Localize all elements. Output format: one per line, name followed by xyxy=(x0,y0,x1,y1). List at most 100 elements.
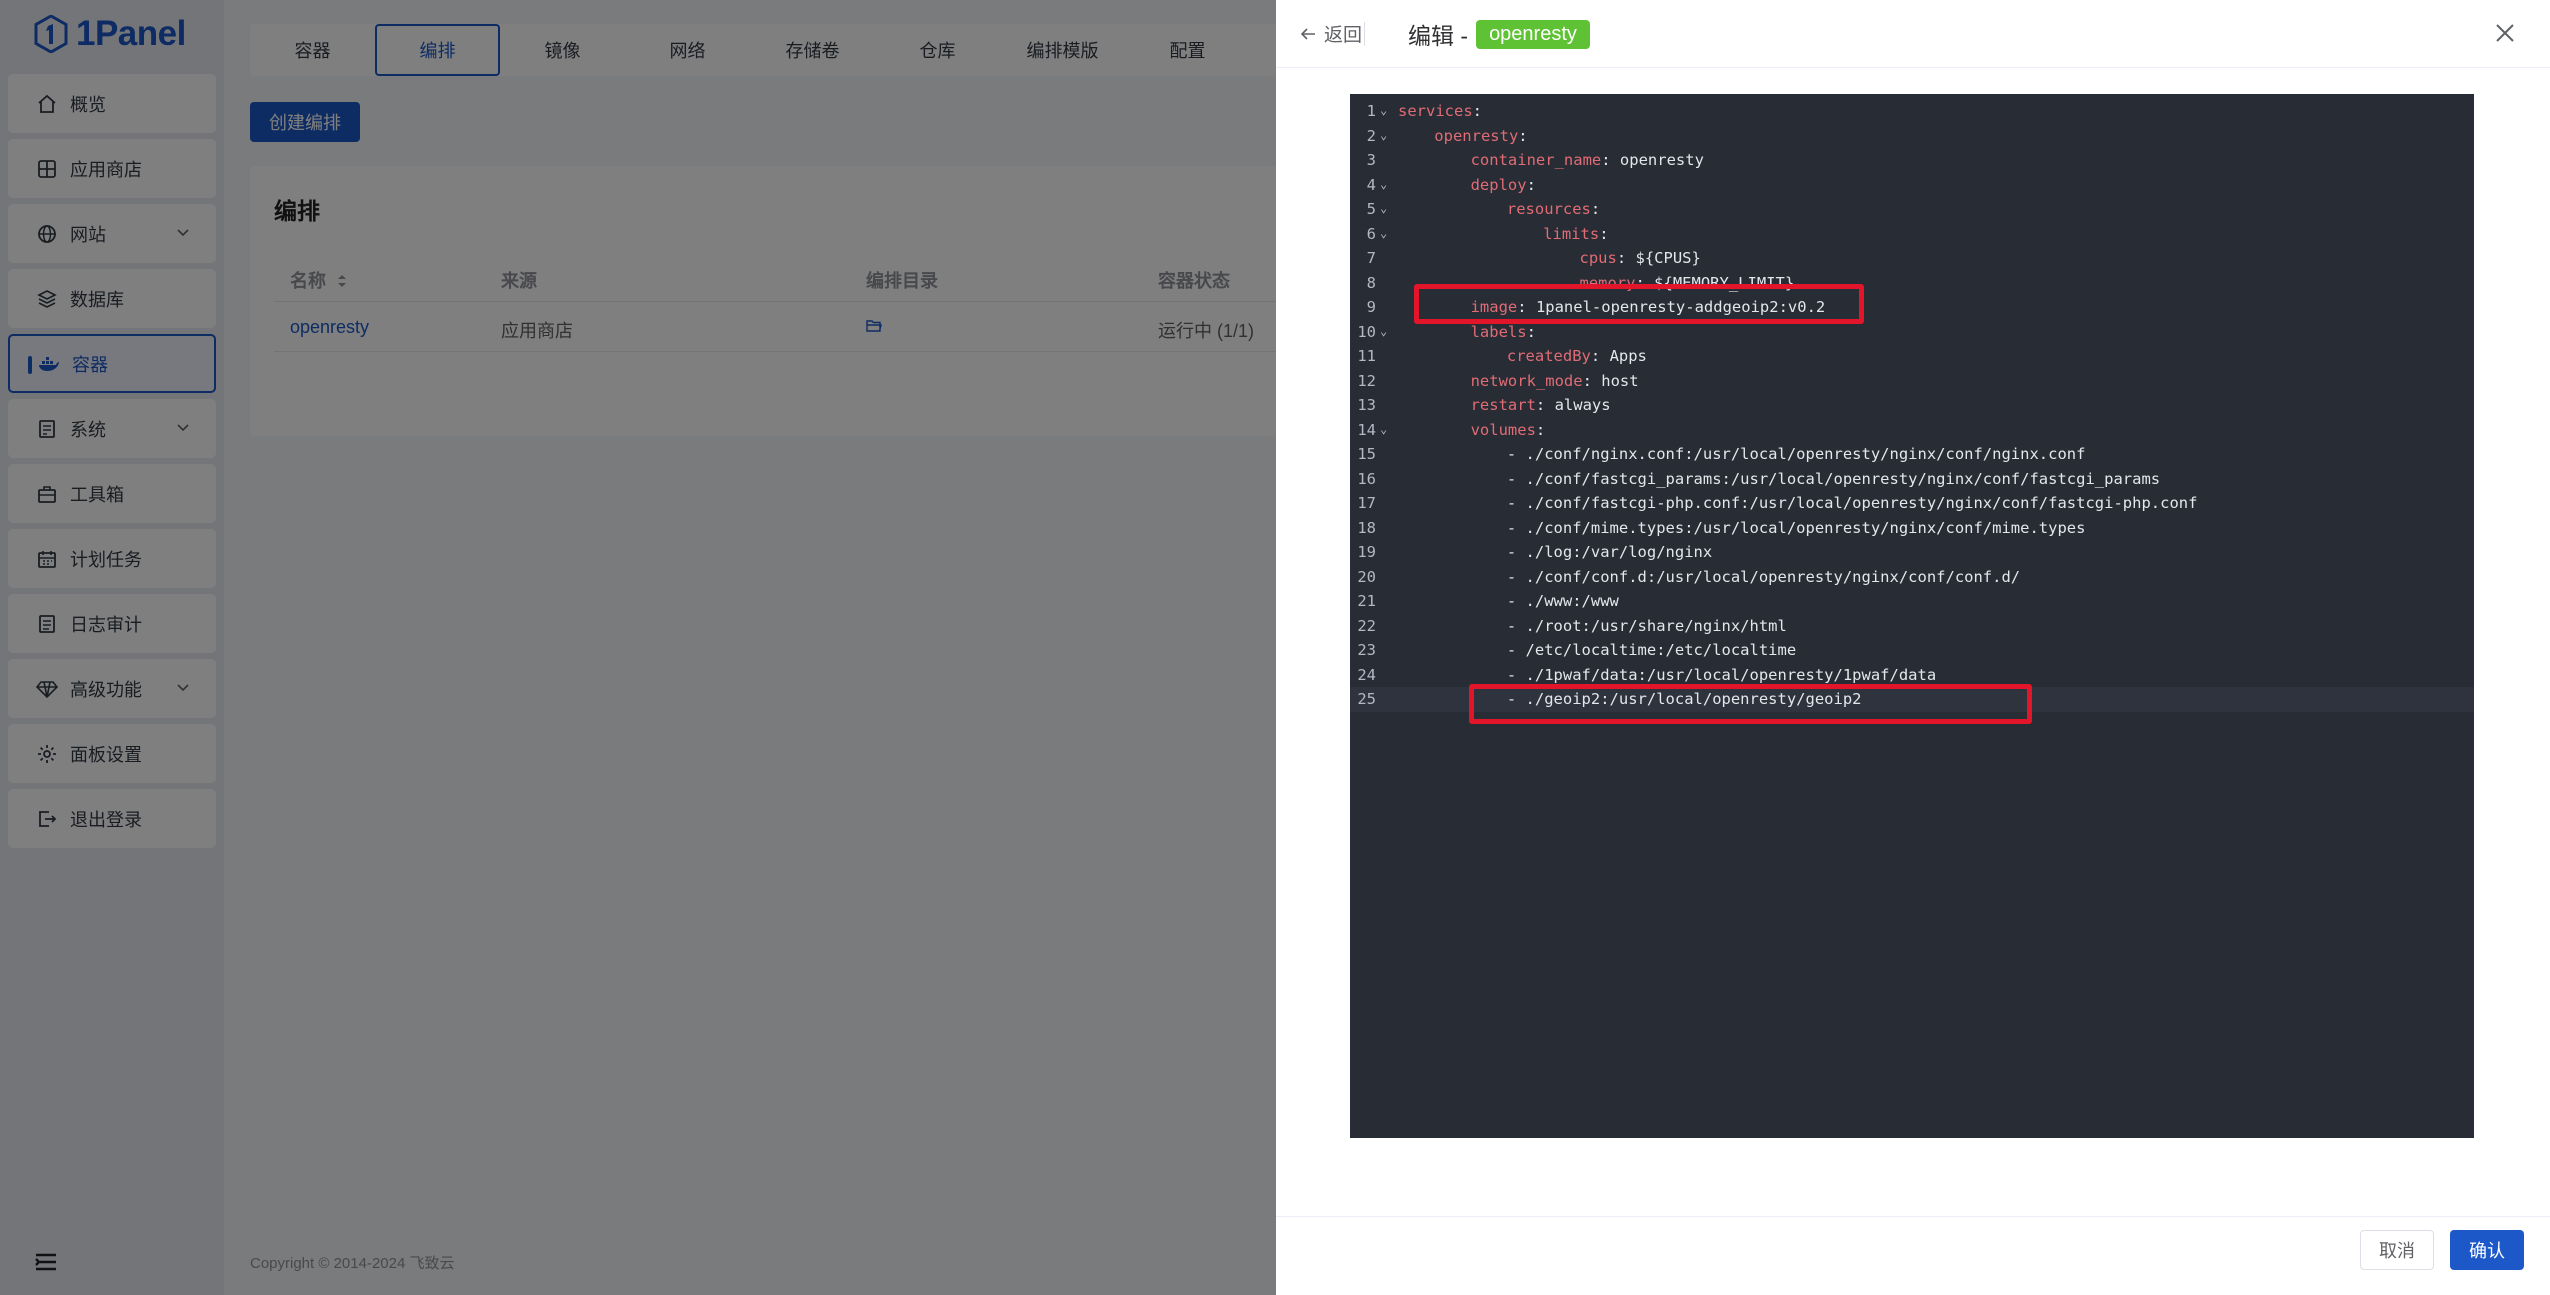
code-text: deploy: xyxy=(1471,173,1536,198)
yaml-code-editor[interactable]: 25- ./geoip2:/usr/local/openresty/geoip2… xyxy=(1350,94,2474,1138)
line-number: 15 xyxy=(1357,445,1376,463)
code-line[interactable]: 23 - /etc/localtime:/etc/localtime xyxy=(1350,638,2474,663)
line-number: 23 xyxy=(1357,641,1376,659)
highlight-box-geoip2-volume-line xyxy=(1469,684,2032,724)
yaml-key: cpus xyxy=(1579,249,1617,267)
yaml-colon: : xyxy=(1535,420,1546,439)
yaml-colon: : xyxy=(1616,249,1627,267)
code-text: openresty: xyxy=(1434,124,1527,149)
cancel-button[interactable]: 取消 xyxy=(2360,1230,2434,1270)
line-number: 11 xyxy=(1357,347,1376,365)
code-line[interactable]: 11 createdBy: Apps xyxy=(1350,344,2474,369)
code-line[interactable]: 3 container_name: openresty xyxy=(1350,148,2474,173)
back-button[interactable]: 返回 xyxy=(1300,20,1362,47)
arrow-left-icon xyxy=(1300,27,1315,40)
code-text: container_name: openresty xyxy=(1471,148,1704,173)
code-line[interactable]: 6 ⌄ limits: xyxy=(1350,222,2474,247)
fold-chevron-icon[interactable]: ⌄ xyxy=(1380,319,1390,344)
fold-chevron-icon[interactable]: ⌄ xyxy=(1380,221,1390,246)
code-line[interactable]: 22 - ./root:/usr/share/nginx/html xyxy=(1350,614,2474,639)
code-text: - ./conf/mime.types:/usr/local/openresty… xyxy=(1507,516,2086,541)
line-number: 8 xyxy=(1366,273,1376,292)
yaml-value: - ./1pwaf/data:/usr/local/openresty/1pwa… xyxy=(1506,665,1937,684)
code-line[interactable]: 4 ⌄ deploy: xyxy=(1350,173,2474,198)
line-number: 21 xyxy=(1357,592,1376,610)
yaml-key: createdBy xyxy=(1506,347,1591,365)
code-line[interactable]: 14 ⌄ volumes: xyxy=(1350,418,2474,443)
modal-overlay[interactable] xyxy=(0,0,1276,1295)
code-line[interactable]: 19 - ./log:/var/log/nginx xyxy=(1350,540,2474,565)
line-number: 22 xyxy=(1357,616,1376,635)
line-number: 24 xyxy=(1357,665,1376,684)
yaml-colon: : xyxy=(1518,126,1528,145)
yaml-key: restart xyxy=(1470,396,1536,414)
yaml-colon: : xyxy=(1526,322,1536,341)
confirm-button[interactable]: 确认 xyxy=(2450,1230,2524,1270)
line-number: 13 xyxy=(1357,396,1376,414)
drawer-title: 编辑 - openresty xyxy=(1408,17,1590,51)
compose-name-tag: openresty xyxy=(1476,19,1590,49)
code-line[interactable]: 5 ⌄ resources: xyxy=(1350,197,2474,222)
code-text: volumes: xyxy=(1471,418,1546,443)
line-number: 20 xyxy=(1357,567,1376,586)
yaml-key: labels xyxy=(1470,322,1527,341)
line-number: 25 xyxy=(1357,690,1376,708)
fold-chevron-icon[interactable]: ⌄ xyxy=(1380,417,1390,442)
line-number: 2 xyxy=(1366,126,1376,145)
code-line[interactable]: 7 cpus: ${CPUS} xyxy=(1350,246,2474,271)
line-number: 17 xyxy=(1357,494,1376,512)
code-line[interactable]: 1 ⌄ services: xyxy=(1350,99,2474,124)
header-divider xyxy=(1364,22,1365,46)
code-line[interactable]: 17 - ./conf/fastcgi-php.conf:/usr/local/o… xyxy=(1350,491,2474,516)
yaml-value: - ./conf/fastcgi_params:/usr/local/openr… xyxy=(1506,469,2161,488)
code-line[interactable]: 21 - ./www:/www xyxy=(1350,589,2474,614)
yaml-colon: : xyxy=(1599,224,1609,243)
yaml-colon: : xyxy=(1590,347,1601,365)
yaml-colon: : xyxy=(1582,371,1592,390)
yaml-key: limits xyxy=(1543,224,1600,243)
yaml-key: network_mode xyxy=(1470,371,1583,390)
edit-compose-drawer: 返回 编辑 - openresty 25- ./geoip2:/usr/loca… xyxy=(1276,0,2550,1295)
line-number: 4 xyxy=(1366,175,1376,194)
code-text: network_mode: host xyxy=(1471,369,1639,394)
code-text: restart: always xyxy=(1471,393,1611,418)
drawer-title-prefix: 编辑 - xyxy=(1408,23,1469,49)
back-label: 返回 xyxy=(1324,25,1363,46)
line-number: 12 xyxy=(1357,371,1376,390)
line-number: 16 xyxy=(1357,469,1376,488)
code-line[interactable]: 18 - ./conf/mime.types:/usr/local/openres… xyxy=(1350,516,2474,541)
fold-chevron-icon[interactable]: ⌄ xyxy=(1380,172,1390,197)
line-number: 10 xyxy=(1357,322,1376,341)
yaml-value: - ./www:/www xyxy=(1506,592,1619,610)
yaml-colon: : xyxy=(1590,200,1601,218)
code-line[interactable]: 20 - ./conf/conf.d:/usr/local/openresty/n… xyxy=(1350,565,2474,590)
drawer-header: 返回 编辑 - openresty xyxy=(1276,0,2550,68)
yaml-key: services xyxy=(1398,102,1473,120)
code-text: - ./conf/conf.d:/usr/local/openresty/ngi… xyxy=(1507,565,2020,590)
fold-chevron-icon[interactable]: ⌄ xyxy=(1380,98,1390,123)
code-line[interactable]: 12 network_mode: host xyxy=(1350,369,2474,394)
code-line[interactable]: 2 ⌄ openresty: xyxy=(1350,124,2474,149)
yaml-value: - ./conf/fastcgi-php.conf:/usr/local/ope… xyxy=(1506,494,2198,512)
yaml-colon: : xyxy=(1535,396,1546,414)
code-text: createdBy: Apps xyxy=(1507,344,1647,369)
yaml-value: - /etc/localtime:/etc/localtime xyxy=(1506,641,1797,659)
yaml-colon: : xyxy=(1472,102,1482,120)
code-text: services: xyxy=(1398,99,1482,124)
yaml-value: - ./conf/mime.types:/usr/local/openresty… xyxy=(1506,518,2086,537)
line-number: 9 xyxy=(1366,298,1376,316)
code-line[interactable]: 15 - ./conf/nginx.conf:/usr/local/openres… xyxy=(1350,442,2474,467)
yaml-value: host xyxy=(1591,371,1639,390)
close-icon[interactable] xyxy=(2494,22,2516,44)
yaml-value: Apps xyxy=(1600,347,1647,365)
code-line[interactable]: 13 restart: always xyxy=(1350,393,2474,418)
yaml-colon: : xyxy=(1601,151,1611,169)
line-number: 3 xyxy=(1366,151,1376,169)
fold-chevron-icon[interactable]: ⌄ xyxy=(1380,196,1390,221)
code-line[interactable]: 16 - ./conf/fastcgi_params:/usr/local/ope… xyxy=(1350,467,2474,492)
fold-chevron-icon[interactable]: ⌄ xyxy=(1380,123,1390,148)
code-text: cpus: ${CPUS} xyxy=(1580,246,1701,271)
yaml-value: - ./conf/nginx.conf:/usr/local/openresty… xyxy=(1506,445,2086,463)
yaml-key: openresty xyxy=(1434,126,1519,145)
yaml-value: - ./root:/usr/share/nginx/html xyxy=(1506,616,1787,635)
